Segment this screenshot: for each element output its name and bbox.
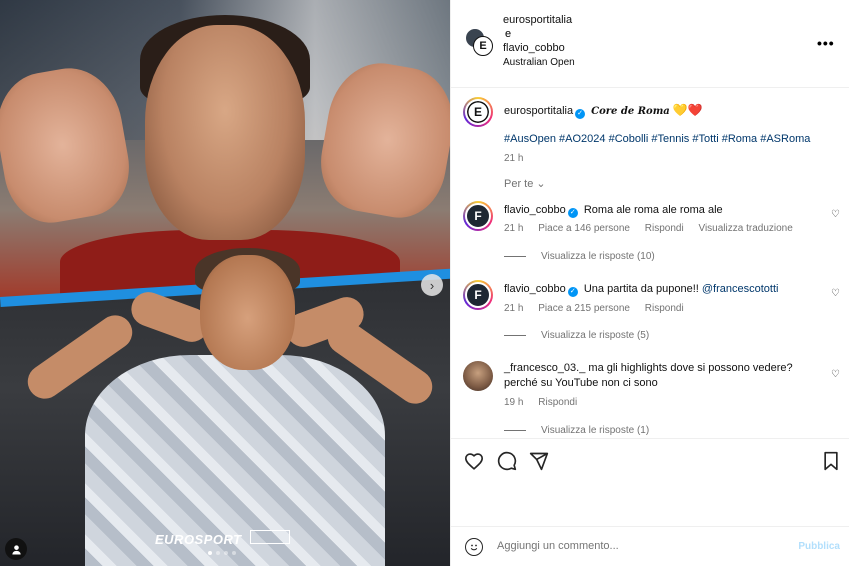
eurosport-watermark: EUROSPORT bbox=[155, 532, 242, 547]
collab-joiner: e bbox=[505, 28, 512, 40]
post-media[interactable]: EUROSPORT › bbox=[0, 0, 450, 566]
comment-mention[interactable]: @francescototti bbox=[702, 283, 779, 295]
reply-button[interactable]: Rispondi bbox=[645, 223, 684, 234]
bookmark-icon[interactable] bbox=[821, 451, 841, 471]
carousel-dot bbox=[208, 551, 212, 555]
red-heart-emoji: ❤️ bbox=[687, 103, 703, 117]
comment-likes[interactable]: Piace a 146 persone bbox=[538, 223, 630, 234]
send-icon[interactable] bbox=[529, 451, 549, 471]
view-replies-label: Visualizza le risposte (10) bbox=[541, 251, 655, 262]
avatar[interactable] bbox=[463, 361, 493, 391]
view-replies-label: Visualizza le risposte (5) bbox=[541, 330, 650, 341]
chevron-down-icon: ⌄ bbox=[536, 178, 546, 190]
comment-text: Roma ale roma ale roma ale bbox=[583, 204, 723, 216]
sort-label: Per te bbox=[504, 178, 534, 190]
avatar[interactable]: F bbox=[463, 280, 493, 310]
caption: E eurosportitalia ✓ Core de Roma 💛❤️ #Aus… bbox=[451, 95, 849, 165]
comments-list[interactable]: E eurosportitalia ✓ Core de Roma 💛❤️ #Aus… bbox=[451, 89, 849, 438]
comment-username[interactable]: _francesco_03._ bbox=[504, 362, 585, 374]
carousel-dot bbox=[232, 551, 236, 555]
comment-time: 21 h bbox=[504, 223, 524, 234]
comment: F flavio_cobbo ✓ Una partita da pupone!! … bbox=[451, 278, 849, 353]
comment-username[interactable]: flavio_cobbo bbox=[504, 283, 566, 295]
comment-username[interactable]: flavio_cobbo bbox=[504, 204, 566, 216]
comment: F flavio_cobbo ✓ Roma ale roma ale roma a… bbox=[451, 199, 849, 274]
verified-icon: ✓ bbox=[567, 287, 578, 297]
carousel-dot bbox=[216, 551, 220, 555]
collab-avatars[interactable]: E bbox=[465, 28, 493, 56]
publish-button[interactable]: Pubblica bbox=[798, 541, 840, 552]
verified-icon: ✓ bbox=[567, 208, 578, 218]
heart-icon[interactable]: ♡ bbox=[831, 288, 840, 299]
view-replies-button[interactable]: Visualizza le risposte (5) bbox=[504, 330, 649, 341]
smiley-icon[interactable] bbox=[465, 538, 483, 556]
reply-button[interactable]: Rispondi bbox=[538, 397, 577, 408]
translate-button[interactable]: Visualizza traduzione bbox=[698, 223, 792, 234]
yellow-heart-emoji: 💛 bbox=[672, 103, 688, 117]
comment-time: 21 h bbox=[504, 303, 524, 314]
caption-username[interactable]: eurosportitalia bbox=[504, 105, 573, 117]
caption-text: Core de Roma bbox=[591, 106, 670, 117]
caption-hashtags[interactable]: #AusOpen #AO2024 #Cobolli #Tennis #Totti… bbox=[504, 132, 820, 147]
reply-button[interactable]: Rispondi bbox=[645, 303, 684, 314]
heart-icon[interactable]: ♡ bbox=[831, 369, 840, 380]
post-header: E eurosportitalia e flavio_cobbo Austral… bbox=[451, 0, 849, 88]
carousel-dot bbox=[224, 551, 228, 555]
heart-icon[interactable] bbox=[464, 451, 484, 471]
comment-text: Una partita da pupone!! bbox=[583, 283, 699, 295]
comment-likes[interactable]: Piace a 215 persone bbox=[538, 303, 630, 314]
collab-username-1[interactable]: eurosportitalia bbox=[503, 13, 575, 27]
view-replies-button[interactable]: Visualizza le risposte (1) bbox=[504, 425, 649, 436]
caption-time: 21 h bbox=[504, 153, 524, 164]
ao-logo bbox=[250, 530, 290, 544]
view-replies-button[interactable]: Visualizza le risposte (10) bbox=[504, 251, 655, 262]
comment-icon[interactable] bbox=[497, 451, 517, 471]
post-side-panel: E eurosportitalia e flavio_cobbo Austral… bbox=[450, 0, 849, 566]
post-actions bbox=[451, 438, 849, 526]
avatar[interactable]: F bbox=[463, 201, 493, 231]
collab-username-2[interactable]: flavio_cobbo bbox=[503, 41, 575, 55]
location-link[interactable]: Australian Open bbox=[503, 56, 575, 70]
heart-icon[interactable]: ♡ bbox=[831, 209, 840, 220]
comment-input[interactable] bbox=[497, 540, 767, 552]
view-replies-label: Visualizza le risposte (1) bbox=[541, 425, 650, 436]
more-horizontal-icon[interactable]: ••• bbox=[817, 35, 835, 51]
verified-icon: ✓ bbox=[575, 109, 586, 119]
avatar[interactable]: E bbox=[463, 97, 493, 127]
add-comment-bar: Pubblica bbox=[451, 526, 849, 566]
user-tag-icon[interactable] bbox=[5, 538, 27, 560]
comment-time: 19 h bbox=[504, 397, 524, 408]
sort-dropdown[interactable]: Per te ⌄ bbox=[504, 177, 546, 190]
comment: _francesco_03._ ma gli highlights dove s… bbox=[451, 359, 849, 438]
avatar: E bbox=[473, 36, 493, 56]
carousel-dots bbox=[208, 551, 236, 555]
chevron-right-icon[interactable]: › bbox=[421, 274, 443, 296]
